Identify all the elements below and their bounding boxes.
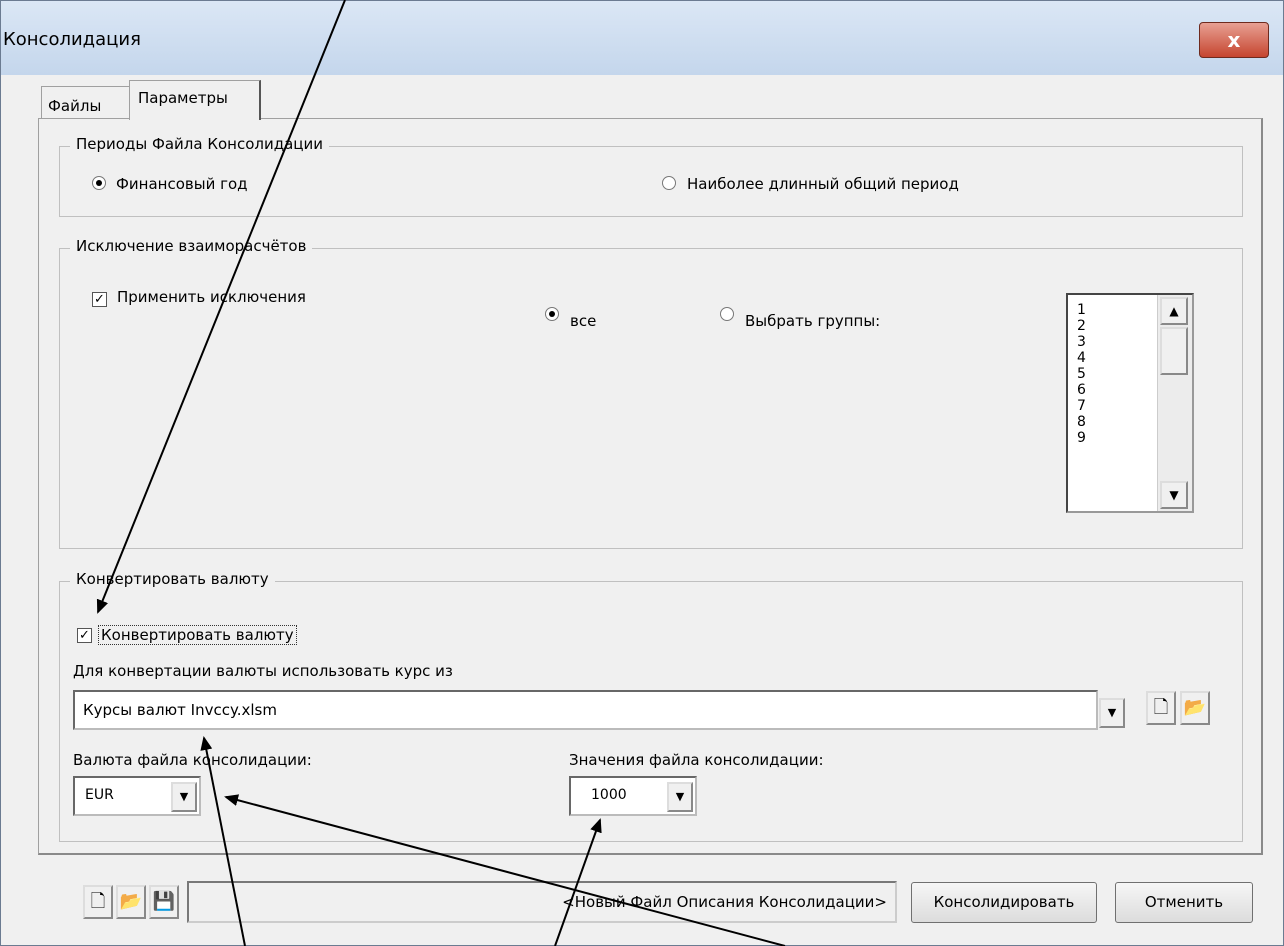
consolidation-currency-value: EUR	[85, 787, 114, 803]
rate-source-field[interactable]: Курсы валют Invccy.xlsm	[73, 690, 1098, 730]
list-item[interactable]: 1	[1077, 302, 1086, 318]
consolidation-values-select[interactable]: 1000 ▼	[569, 776, 697, 816]
radio-fiscal-year[interactable]	[92, 176, 106, 190]
list-item[interactable]: 8	[1077, 414, 1086, 430]
groups-listbox[interactable]: 1 2 3 4 5 6 7 8 9 ▲ ▼	[1066, 293, 1194, 513]
consolidation-values-label: Значения файла консолидации:	[569, 751, 824, 769]
consolidation-currency-select[interactable]: EUR ▼	[73, 776, 201, 816]
new-file-icon[interactable]: 🗋	[1146, 691, 1176, 725]
rate-source-label: Для конвертации валюты использовать курс…	[73, 662, 453, 680]
convert-currency-checkbox[interactable]: ✓	[77, 628, 92, 643]
convert-currency-label[interactable]: Конвертировать валюту	[98, 625, 297, 645]
cancel-button[interactable]: Отменить	[1115, 882, 1253, 923]
apply-eliminations-label[interactable]: Применить исключения	[117, 288, 306, 306]
periods-legend: Периоды Файла Консолидации	[70, 135, 330, 153]
radio-select-groups-label[interactable]: Выбрать группы:	[745, 312, 880, 330]
status-bar: <Новый Файл Описания Консолидации>	[187, 881, 897, 923]
radio-fiscal-year-label[interactable]: Финансовый год	[116, 175, 248, 193]
radio-select-groups[interactable]	[720, 307, 734, 321]
groups-scrollbar[interactable]: ▲ ▼	[1157, 295, 1192, 511]
tab-parameters-label: Параметры	[138, 89, 228, 107]
tab-files-label: Файлы	[48, 97, 102, 115]
new-file-icon[interactable]: 🗋	[83, 885, 113, 919]
tab-files[interactable]: Файлы	[41, 86, 131, 118]
eliminations-legend: Исключение взаиморасчётов	[70, 237, 313, 255]
scroll-down-icon[interactable]: ▼	[1160, 481, 1188, 509]
chevron-down-icon[interactable]: ▼	[1099, 698, 1125, 728]
list-item[interactable]: 5	[1077, 366, 1086, 382]
title-bar: Консолидация x	[1, 1, 1283, 75]
window-title: Консолидация	[3, 29, 141, 50]
save-icon[interactable]: 💾	[149, 885, 179, 919]
rate-source-value: Курсы валют Invccy.xlsm	[83, 701, 277, 719]
list-item[interactable]: 2	[1077, 318, 1086, 334]
apply-eliminations-checkbox[interactable]: ✓	[92, 292, 107, 307]
open-folder-icon[interactable]: 📂	[1180, 691, 1210, 725]
open-folder-icon[interactable]: 📂	[116, 885, 146, 919]
currency-legend: Конвертировать валюту	[70, 570, 275, 588]
status-text: <Новый Файл Описания Консолидации>	[562, 893, 887, 911]
radio-all-groups[interactable]	[545, 307, 559, 321]
chevron-down-icon[interactable]: ▼	[171, 782, 197, 812]
list-item[interactable]: 3	[1077, 334, 1086, 350]
scroll-up-icon[interactable]: ▲	[1160, 297, 1188, 325]
chevron-down-icon[interactable]: ▼	[667, 782, 693, 812]
list-item[interactable]: 7	[1077, 398, 1086, 414]
consolidation-values-value: 1000	[591, 787, 627, 803]
radio-all-groups-label[interactable]: все	[570, 312, 596, 330]
consolidate-button[interactable]: Консолидировать	[911, 882, 1097, 923]
list-item[interactable]: 6	[1077, 382, 1086, 398]
list-item[interactable]: 9	[1077, 430, 1086, 446]
tab-parameters[interactable]: Параметры	[129, 80, 261, 120]
radio-longest-period-label[interactable]: Наиболее длинный общий период	[687, 175, 959, 193]
radio-longest-period[interactable]	[662, 176, 676, 190]
scroll-thumb[interactable]	[1160, 327, 1188, 375]
list-item[interactable]: 4	[1077, 350, 1086, 366]
consolidation-currency-label: Валюта файла консолидации:	[73, 751, 312, 769]
close-button[interactable]: x	[1199, 22, 1269, 58]
consolidation-dialog: Консолидация x Файлы Параметры Периоды Ф…	[0, 0, 1284, 946]
